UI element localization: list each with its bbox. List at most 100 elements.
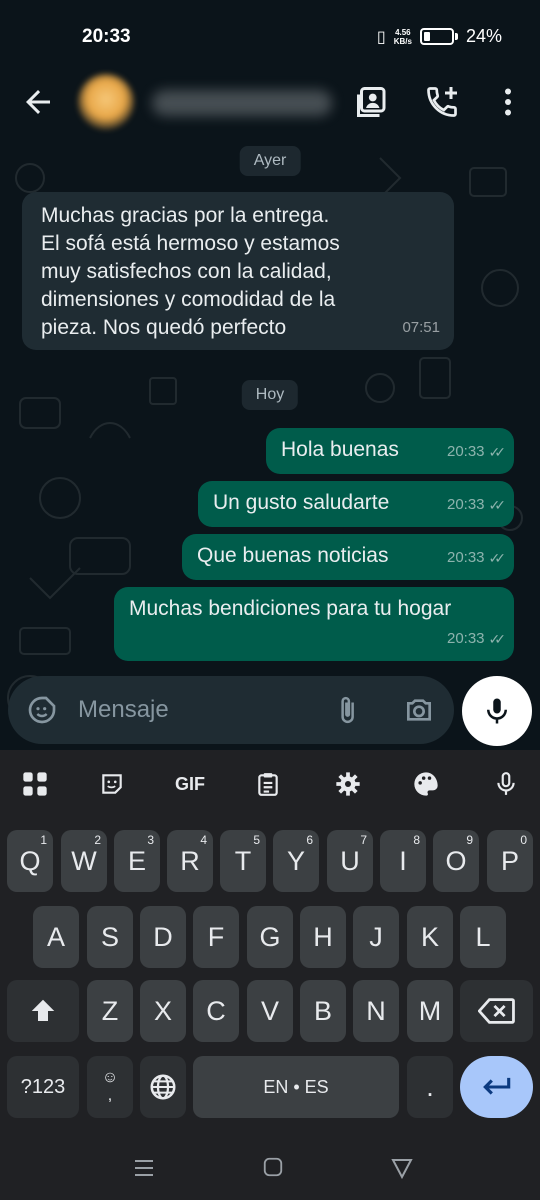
network-speed: 4.56 KB/s — [394, 28, 412, 46]
recents-menu-icon[interactable] — [132, 1156, 156, 1180]
key-f[interactable]: F — [193, 906, 239, 968]
double-check-icon: ✓✓ — [488, 631, 507, 647]
key-q[interactable]: Q1 — [7, 830, 53, 892]
key-h[interactable]: H — [300, 906, 346, 968]
key-o[interactable]: O9 — [433, 830, 479, 892]
incoming-message[interactable]: Muchas gracias por la entrega. El sofá e… — [22, 192, 454, 350]
message-line: El sofá está hermoso y estamos — [41, 232, 340, 255]
mic-icon — [487, 698, 507, 724]
message-time: 20:33 — [446, 549, 485, 566]
system-nav-bar — [0, 1140, 540, 1200]
key-y[interactable]: Y6 — [273, 830, 319, 892]
voice-message-button[interactable] — [462, 676, 532, 746]
key-n[interactable]: N — [353, 980, 399, 1042]
key-a[interactable]: A — [33, 906, 79, 968]
key-t[interactable]: T5 — [220, 830, 266, 892]
back-triangle-icon[interactable] — [390, 1156, 414, 1180]
period-key[interactable]: . — [407, 1056, 453, 1118]
key-v[interactable]: V — [247, 980, 293, 1042]
key-d[interactable]: D — [140, 906, 186, 968]
space-key[interactable]: EN • ES — [193, 1056, 399, 1118]
key-b[interactable]: B — [300, 980, 346, 1042]
home-icon[interactable] — [262, 1156, 284, 1178]
more-vert-icon[interactable] — [490, 84, 526, 120]
outgoing-message[interactable]: Muchas bendiciones para tu hogar 20:33 ✓… — [114, 587, 514, 661]
key-u[interactable]: U7 — [327, 830, 373, 892]
message-text: Que buenas noticias — [197, 544, 389, 567]
date-chip-yesterday: Ayer — [239, 146, 301, 176]
key-label: E — [127, 845, 146, 876]
arrow-left-icon[interactable] — [20, 84, 56, 120]
key-label: J — [369, 921, 383, 952]
key-label: R — [180, 845, 200, 876]
backspace-key[interactable] — [460, 980, 533, 1042]
key-label: W — [71, 845, 97, 876]
key-hint: 5 — [253, 833, 260, 847]
shift-key[interactable] — [7, 980, 79, 1042]
message-meta: 20:33 ✓✓ — [446, 438, 507, 466]
clipboard-icon[interactable] — [248, 764, 288, 804]
key-label: C — [206, 995, 226, 1026]
key-c[interactable]: C — [193, 980, 239, 1042]
key-hint: 1 — [40, 833, 47, 847]
key-label: H — [313, 921, 333, 952]
gif-button[interactable]: GIF — [170, 764, 210, 804]
outgoing-message[interactable]: Que buenas noticias 20:33 ✓✓ — [182, 534, 514, 580]
symbols-key[interactable]: ?123 — [7, 1056, 79, 1118]
key-label: T — [234, 845, 252, 876]
net-speed-unit: KB/s — [393, 36, 412, 46]
message-meta: 20:33 ✓✓ — [447, 491, 507, 519]
key-label: S — [100, 921, 119, 952]
key-l[interactable]: L — [460, 906, 506, 968]
key-z[interactable]: Z — [87, 980, 133, 1042]
key-k[interactable]: K — [407, 906, 453, 968]
outgoing-message[interactable]: Un gusto saludarte 20:33 ✓✓ — [198, 481, 514, 527]
key-label: B — [313, 995, 332, 1026]
sticker-icon[interactable] — [26, 694, 58, 726]
double-check-icon: ✓✓ — [488, 444, 507, 460]
emoji-comma-key[interactable]: ☺ , — [87, 1056, 133, 1118]
message-line: muy satisfechos con la calidad, — [41, 260, 332, 283]
contact-name-blurred[interactable] — [152, 90, 332, 116]
key-w[interactable]: W2 — [61, 830, 107, 892]
net-speed-value: 4.56 — [395, 27, 411, 37]
apps-grid-icon[interactable] — [15, 764, 55, 804]
camera-icon[interactable] — [402, 694, 436, 726]
enter-key[interactable] — [460, 1056, 533, 1118]
message-meta: 07:51 — [402, 314, 440, 342]
key-s[interactable]: S — [87, 906, 133, 968]
message-input[interactable]: Mensaje — [78, 696, 169, 724]
key-label: Y — [286, 845, 305, 876]
key-x[interactable]: X — [140, 980, 186, 1042]
outgoing-message[interactable]: Hola buenas 20:33 ✓✓ — [266, 428, 514, 474]
double-check-icon: ✓✓ — [488, 497, 507, 513]
key-label: F — [207, 921, 225, 952]
contact-card-icon[interactable] — [354, 84, 390, 120]
chat-area[interactable]: Ayer Muchas gracias por la entrega. El s… — [0, 138, 540, 750]
message-time: 20:33 — [446, 443, 485, 460]
key-j[interactable]: J — [353, 906, 399, 968]
message-line: pieza. Nos quedó perfecto — [41, 316, 287, 339]
message-composer[interactable]: Mensaje — [8, 676, 454, 744]
keyboard[interactable]: GIF Q1 W2 E3 R4 T5 Y6 U7 I8 O9 P0 A S D … — [0, 750, 540, 1140]
avatar[interactable] — [78, 74, 134, 130]
language-globe-key[interactable] — [140, 1056, 186, 1118]
theme-palette-icon[interactable] — [406, 764, 446, 804]
key-p[interactable]: P0 — [487, 830, 533, 892]
key-g[interactable]: G — [247, 906, 293, 968]
key-i[interactable]: I8 — [380, 830, 426, 892]
chat-header — [0, 72, 540, 138]
status-bar: 20:33 ▯ 4.56 KB/s 24% — [0, 0, 540, 72]
voice-typing-mic-icon[interactable] — [486, 764, 526, 804]
settings-gear-icon[interactable] — [328, 764, 368, 804]
add-call-icon[interactable] — [424, 84, 460, 120]
key-hint: 6 — [306, 833, 313, 847]
sticker-keyboard-icon[interactable] — [92, 764, 132, 804]
key-r[interactable]: R4 — [167, 830, 213, 892]
key-label: P — [500, 845, 519, 876]
key-hint: 2 — [94, 833, 101, 847]
attach-icon[interactable] — [332, 694, 362, 726]
key-label: Q — [19, 845, 41, 876]
key-e[interactable]: E3 — [114, 830, 160, 892]
key-m[interactable]: M — [407, 980, 453, 1042]
